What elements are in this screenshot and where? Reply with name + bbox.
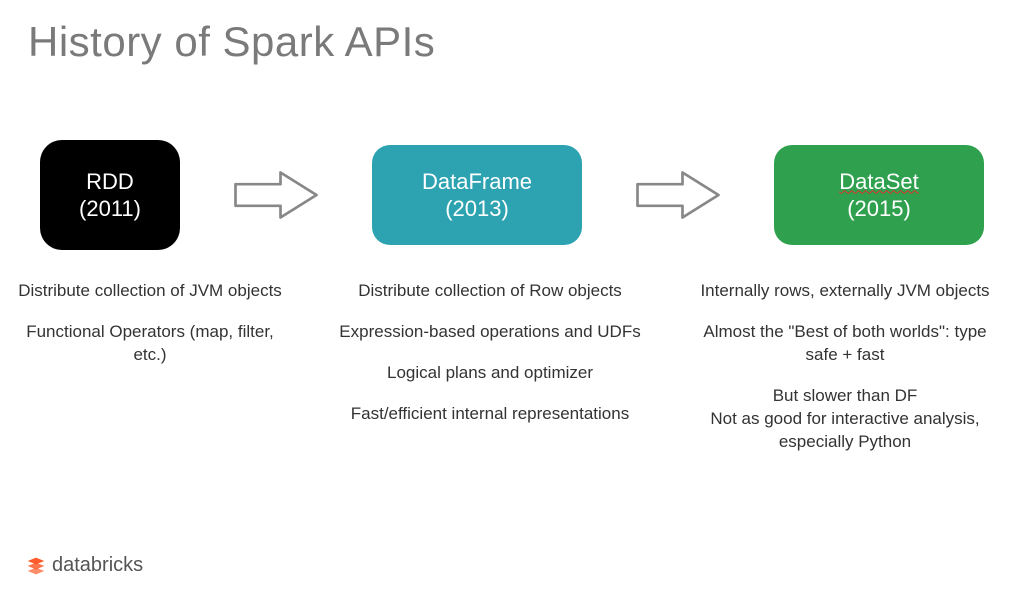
node-rdd: RDD (2011)	[40, 140, 180, 250]
detail-text: Fast/efficient internal representations	[351, 403, 629, 426]
node-dataset-name: DataSet	[839, 168, 919, 196]
brand-name: databricks	[52, 554, 143, 577]
detail-text: Expression-based operations and UDFs	[339, 321, 640, 344]
node-dataframe: DataFrame (2013)	[372, 145, 582, 245]
details-row: Distribute collection of JVM objects Fun…	[0, 280, 1024, 454]
detail-text: Distribute collection of Row objects	[358, 280, 622, 303]
node-dataset-year: (2015)	[847, 195, 911, 223]
detail-text: But slower than DFNot as good for intera…	[694, 385, 996, 454]
detail-text: Internally rows, externally JVM objects	[700, 280, 989, 303]
arrow-icon	[231, 165, 321, 225]
node-dataframe-name: DataFrame	[422, 168, 532, 196]
page-title: History of Spark APIs	[28, 18, 435, 66]
node-rdd-year: (2011)	[79, 195, 141, 223]
detail-text: Almost the "Best of both worlds": type s…	[694, 321, 996, 367]
arrow-icon	[633, 165, 723, 225]
databricks-icon	[26, 556, 46, 576]
node-rdd-name: RDD	[86, 168, 134, 196]
node-dataset: DataSet (2015)	[774, 145, 984, 245]
brand-logo: databricks	[26, 554, 143, 577]
detail-text: Logical plans and optimizer	[387, 362, 593, 385]
details-rdd: Distribute collection of JVM objects Fun…	[0, 280, 300, 454]
details-dataframe: Distribute collection of Row objects Exp…	[300, 280, 680, 454]
timeline-row: RDD (2011) DataFrame (2013) DataSet (201…	[40, 140, 984, 250]
detail-text: Distribute collection of JVM objects	[18, 280, 282, 303]
details-dataset: Internally rows, externally JVM objects …	[680, 280, 1010, 454]
detail-text: Functional Operators (map, filter, etc.)	[14, 321, 286, 367]
node-dataframe-year: (2013)	[445, 195, 509, 223]
